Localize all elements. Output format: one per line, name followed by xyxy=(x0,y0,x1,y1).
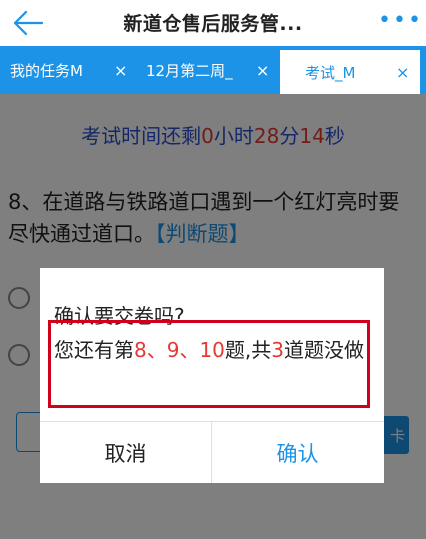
tab-strip: 我的任务M × 12月第二周_ × 考试_M × xyxy=(0,46,426,94)
tab-close-icon[interactable]: × xyxy=(256,61,269,80)
tab-close-icon[interactable]: × xyxy=(396,63,409,82)
tab-label: 我的任务M xyxy=(10,61,83,80)
tab-week-two[interactable]: 12月第二周_ × xyxy=(140,46,278,94)
confirm-button[interactable]: 确认 xyxy=(212,422,383,483)
tab-label: 12月第二周_ xyxy=(146,61,233,80)
tab-close-icon[interactable]: × xyxy=(114,61,127,80)
more-options-icon[interactable]: ••• xyxy=(378,10,421,34)
tab-my-tasks[interactable]: 我的任务M × xyxy=(0,46,140,94)
annotation-highlight-box xyxy=(48,320,370,408)
submit-confirm-dialog: 确认要交卷吗? 您还有第8、9、10题,共3道题没做 取消 确认 xyxy=(40,268,384,483)
app-bar: 新道仓售后服务管... ••• xyxy=(0,0,426,46)
tab-exam[interactable]: 考试_M × xyxy=(280,50,420,94)
page-title: 新道仓售后服务管... xyxy=(123,13,303,35)
cancel-button[interactable]: 取消 xyxy=(40,422,211,483)
tab-label: 考试_M xyxy=(305,63,356,82)
